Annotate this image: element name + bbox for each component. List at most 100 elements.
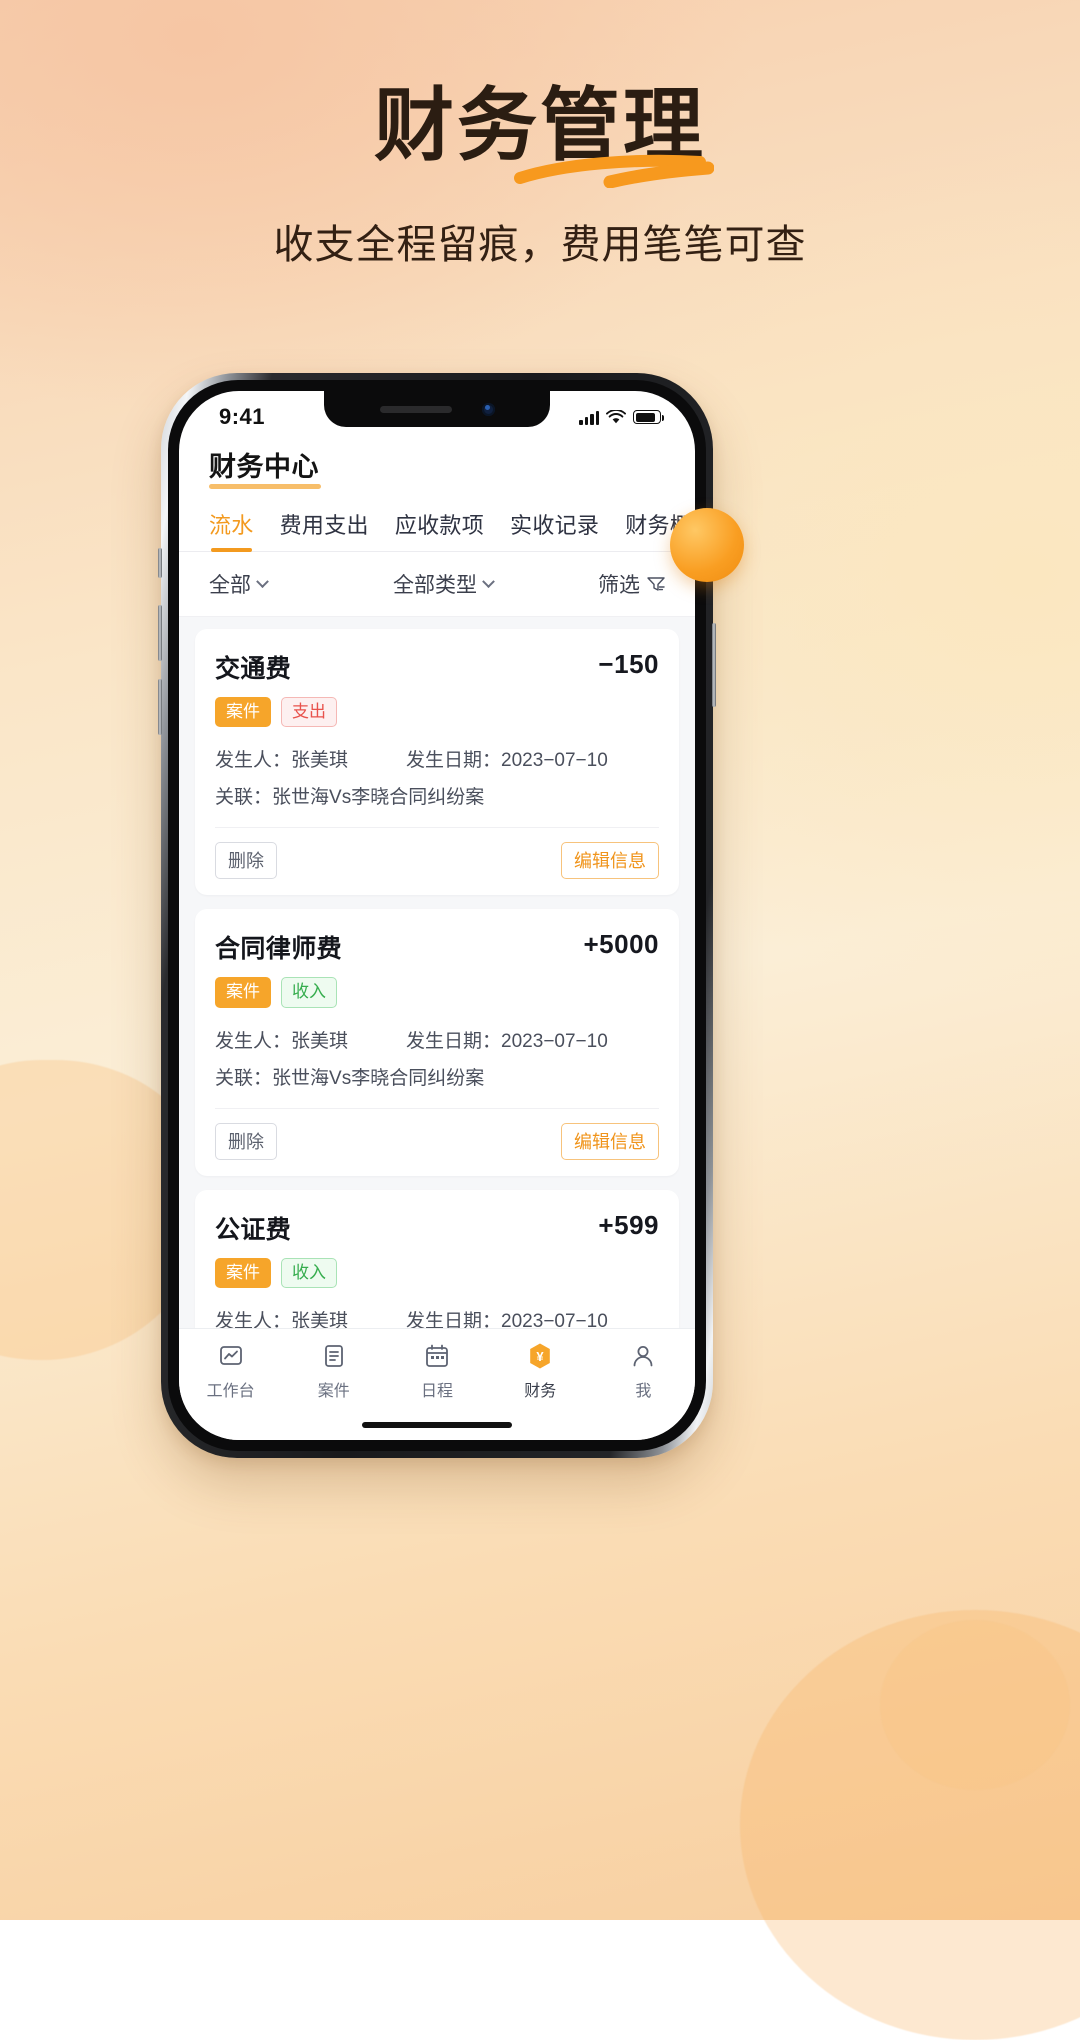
svg-text:¥: ¥ — [537, 1349, 545, 1364]
record-title: 交通费 — [215, 655, 292, 683]
status-time: 9:41 — [219, 404, 266, 429]
delete-button[interactable]: 删除 — [215, 842, 277, 880]
record-date: 发生日期：2023−07−10 — [406, 1026, 608, 1053]
table-row[interactable]: 合同律师费 +5000 案件 收入 发生人：张美琪 发生日期：2023−07−1… — [195, 909, 679, 1176]
decorative-blob-bottom-right-small — [880, 1620, 1070, 1790]
person-label: 发生人： — [215, 1030, 292, 1052]
tab-shishou-jilu[interactable]: 实收记录 — [510, 508, 599, 551]
decorative-orange-circle — [670, 508, 744, 582]
record-badges: 案件 支出 — [215, 697, 659, 728]
nav-label-finance: 财务 — [524, 1383, 557, 1400]
status-badge-type: 支出 — [281, 697, 337, 728]
phone-volume-down-button — [158, 679, 162, 735]
front-camera-icon — [481, 402, 495, 416]
record-header: 公证费 +599 — [215, 1210, 659, 1246]
wifi-icon — [606, 409, 626, 423]
edit-button[interactable]: 编辑信息 — [561, 842, 659, 880]
phone-mockup: 9:41 财务中心 流水 费用支出 应收款项 实收记录 财务 全部 全部类型 筛… — [158, 373, 716, 1458]
record-relation: 关联：张世海Vs李晓合同纠纷案 — [215, 1063, 659, 1090]
nav-item-schedule[interactable]: 日程 — [385, 1339, 488, 1401]
home-indicator — [362, 1422, 512, 1428]
phone-screen: 9:41 财务中心 流水 费用支出 应收款项 实收记录 财务 全部 全部类型 筛… — [179, 391, 695, 1440]
tab-liushui[interactable]: 流水 — [209, 508, 254, 552]
person-value: 张美琪 — [291, 750, 349, 772]
record-meta: 发生人：张美琪 发生日期：2023−07−10 — [215, 1026, 659, 1053]
person-icon — [592, 1339, 695, 1373]
record-meta: 发生人：张美琪 发生日期：2023−07−10 — [215, 745, 659, 772]
phone-notch — [324, 391, 550, 427]
relation-label: 关联： — [215, 787, 273, 809]
chevron-down-icon — [256, 574, 269, 588]
filter-button-label: 筛选 — [598, 574, 640, 597]
record-title: 公证费 — [215, 1215, 292, 1244]
date-value: 2023−07−10 — [501, 1030, 608, 1052]
hero-section: 财务管理 收支全程留痕，费用笔笔可查 — [0, 86, 1080, 270]
cellular-signal-icon — [579, 410, 599, 425]
nav-item-profile[interactable]: 我 — [592, 1339, 695, 1401]
delete-button[interactable]: 删除 — [215, 1122, 277, 1160]
filter-bar: 全部 全部类型 筛选 — [179, 552, 695, 617]
chart-board-icon — [179, 1339, 282, 1373]
tab-bar: 流水 费用支出 应收款项 实收记录 财务概览 — [179, 484, 695, 552]
filter-type-dropdown[interactable]: 全部类型 — [393, 569, 495, 599]
date-value: 2023−07−10 — [501, 750, 608, 772]
record-header: 合同律师费 +5000 — [215, 929, 659, 965]
document-icon — [282, 1339, 385, 1373]
nav-label-workbench: 工作台 — [206, 1383, 255, 1400]
filter-scope-dropdown[interactable]: 全部 — [209, 569, 269, 599]
yuan-coin-icon: ¥ — [489, 1339, 592, 1373]
nav-item-cases[interactable]: 案件 — [282, 1339, 385, 1401]
status-icons — [579, 409, 665, 425]
record-actions: 删除 编辑信息 — [215, 827, 659, 895]
record-title: 合同律师费 — [215, 935, 343, 964]
filter-scope-label: 全部 — [209, 574, 251, 597]
nav-label-cases: 案件 — [317, 1383, 350, 1400]
record-amount: +599 — [598, 1209, 659, 1240]
record-amount: −150 — [598, 649, 659, 679]
nav-label-schedule: 日程 — [421, 1383, 454, 1400]
filter-button[interactable]: 筛选 — [598, 569, 665, 599]
nav-item-finance[interactable]: ¥ 财务 — [489, 1339, 592, 1401]
hero-title-wrap: 财务管理 — [374, 86, 714, 188]
edit-button[interactable]: 编辑信息 — [561, 1122, 659, 1160]
relation-label: 关联： — [215, 1067, 273, 1089]
person-label: 发生人： — [215, 750, 292, 772]
finance-center-title: 财务中心 — [209, 445, 321, 489]
record-person: 发生人：张美琪 — [215, 745, 348, 772]
relation-value: 张世海Vs李晓合同纠纷案 — [272, 1067, 485, 1089]
calendar-icon — [385, 1339, 488, 1373]
status-badge-category: 案件 — [215, 1257, 271, 1288]
record-badges: 案件 收入 — [215, 977, 659, 1008]
hero-subtitle: 收支全程留痕，费用笔笔可查 — [273, 223, 807, 267]
record-date: 发生日期：2023−07−10 — [406, 745, 608, 772]
table-row[interactable]: 交通费 −150 案件 支出 发生人：张美琪 发生日期：2023−07−10 关… — [195, 629, 679, 896]
title-underline-stroke — [514, 154, 714, 188]
earpiece-speaker-icon — [379, 405, 452, 413]
phone-bezel: 9:41 财务中心 流水 费用支出 应收款项 实收记录 财务 全部 全部类型 筛… — [168, 380, 706, 1451]
app-header: 财务中心 — [179, 437, 695, 489]
record-amount: +5000 — [583, 929, 659, 960]
record-header: 交通费 −150 — [215, 649, 659, 685]
tab-yingshou-kuanxiang[interactable]: 应收款项 — [395, 508, 484, 551]
transaction-list[interactable]: 交通费 −150 案件 支出 发生人：张美琪 发生日期：2023−07−10 关… — [179, 617, 695, 1337]
battery-icon — [633, 410, 665, 424]
status-badge-category: 案件 — [215, 697, 271, 728]
funnel-icon — [647, 577, 665, 591]
relation-value: 张世海Vs李晓合同纠纷案 — [272, 787, 485, 809]
nav-item-workbench[interactable]: 工作台 — [179, 1339, 282, 1401]
record-actions: 删除 编辑信息 — [215, 1107, 659, 1176]
tab-feiyong-zhichu[interactable]: 费用支出 — [280, 508, 369, 551]
phone-mute-switch — [158, 548, 162, 578]
record-person: 发生人：张美琪 — [215, 1026, 348, 1053]
status-badge-category: 案件 — [215, 977, 271, 1008]
person-value: 张美琪 — [291, 1030, 349, 1052]
status-badge-type: 收入 — [281, 1257, 337, 1288]
phone-volume-up-button — [158, 605, 162, 661]
table-row[interactable]: 公证费 +599 案件 收入 发生人：张美琪 发生日期：2023−07−10 — [195, 1189, 679, 1337]
date-label: 发生日期： — [406, 1030, 502, 1052]
status-badge-type: 收入 — [281, 977, 337, 1008]
filter-type-label: 全部类型 — [393, 574, 477, 597]
record-relation: 关联：张世海Vs李晓合同纠纷案 — [215, 782, 659, 809]
record-badges: 案件 收入 — [215, 1257, 659, 1288]
nav-label-profile: 我 — [635, 1383, 652, 1400]
